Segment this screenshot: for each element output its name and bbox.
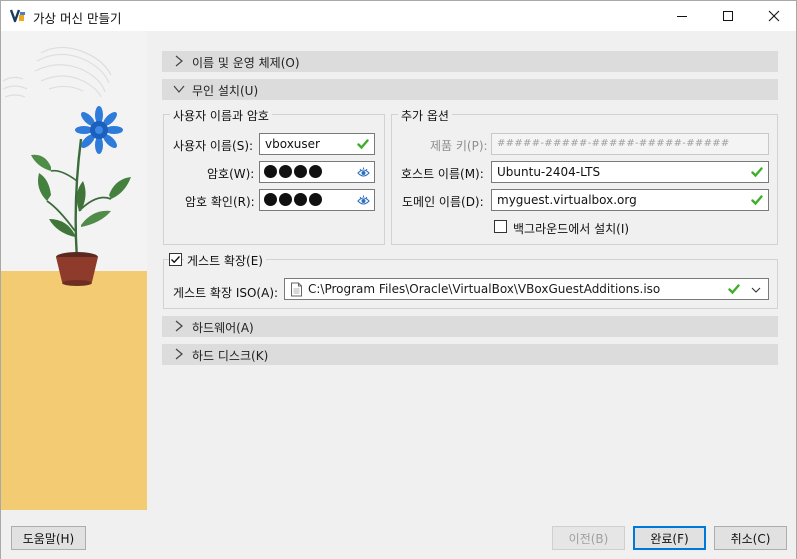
section-hardware[interactable]: 하드웨어(A) <box>162 316 778 337</box>
section-name-os[interactable]: 이름 및 운영 체제(O) <box>162 51 778 72</box>
background-install-label: 백그라운드에서 설치(I) <box>513 222 630 236</box>
product-key-field: #####-#####-#####-#####-##### <box>491 133 769 155</box>
close-button[interactable] <box>751 1 797 31</box>
show-password-icon[interactable] <box>357 166 370 179</box>
section-hard-disk[interactable]: 하드 디스크(K) <box>162 344 778 365</box>
window-title: 가상 머신 만들기 <box>33 11 122 26</box>
maximize-button[interactable] <box>705 1 751 31</box>
password-label: 암호(W): <box>207 167 255 181</box>
checkmark-icon <box>728 284 740 295</box>
close-icon <box>768 10 780 22</box>
checkmark-icon <box>357 139 369 150</box>
section-unattended-label: 무인 설치(U) <box>192 84 259 98</box>
section-unattended[interactable]: 무인 설치(U) <box>162 79 778 100</box>
checkmark-icon <box>751 195 763 206</box>
chevron-down-icon[interactable] <box>750 284 762 296</box>
guest-additions-checkbox[interactable] <box>169 253 182 266</box>
wizard-banner-image <box>1 31 147 510</box>
title-bar: 가상 머신 만들기 <box>1 1 796 31</box>
guest-additions-label: 게스트 확장(E) <box>184 252 266 269</box>
hostname-label: 호스트 이름(M): <box>401 167 484 181</box>
background-install-checkbox[interactable] <box>494 220 507 233</box>
hostname-value: Ubuntu-2404-LTS <box>497 165 601 179</box>
checkmark-icon <box>751 167 763 178</box>
create-vm-dialog: 가상 머신 만들기 이름 및 운영 체제(O) 무인 설치(U) 사용자 이름과… <box>0 0 797 559</box>
show-password-icon[interactable] <box>357 194 370 207</box>
finish-button[interactable]: 완료(F) <box>633 526 706 550</box>
minimize-icon <box>677 16 687 17</box>
virtualbox-icon <box>9 8 26 24</box>
product-key-value: #####-#####-#####-#####-##### <box>497 138 730 149</box>
domain-value: myguest.virtualbox.org <box>497 193 637 207</box>
additional-options-group-title: 추가 옵션 <box>398 107 452 124</box>
password-confirm-field[interactable] <box>259 189 375 211</box>
checkmark-icon <box>171 256 181 264</box>
password-confirm-mask <box>264 193 322 206</box>
username-label: 사용자 이름(S): <box>173 139 254 153</box>
domain-label: 도메인 이름(D): <box>402 195 484 209</box>
help-button[interactable]: 도움말(H) <box>11 526 86 550</box>
user-password-group-title: 사용자 이름과 암호 <box>170 107 272 124</box>
back-button: 이전(B) <box>552 526 625 550</box>
hostname-field[interactable]: Ubuntu-2404-LTS <box>491 161 769 183</box>
password-field[interactable] <box>259 161 375 183</box>
guest-additions-iso-select[interactable]: C:\Program Files\Oracle\VirtualBox\VBoxG… <box>284 278 769 300</box>
guest-additions-iso-value: C:\Program Files\Oracle\VirtualBox\VBoxG… <box>308 282 661 296</box>
minimize-button[interactable] <box>659 1 705 31</box>
button-bar: 도움말(H) 이전(B) 완료(F) 취소(C) <box>1 510 796 559</box>
file-icon <box>291 282 302 297</box>
chevron-down-icon <box>173 85 185 93</box>
chevron-right-icon <box>175 55 183 67</box>
maximize-icon <box>723 11 733 21</box>
chevron-right-icon <box>175 320 183 332</box>
section-name-os-label: 이름 및 운영 체제(O) <box>192 56 300 70</box>
section-hard-disk-label: 하드 디스크(K) <box>192 349 269 363</box>
flower-pot-illustration <box>1 31 147 510</box>
product-key-label: 제품 키(P): <box>430 139 488 153</box>
chevron-right-icon <box>175 348 183 360</box>
username-value: vboxuser <box>265 137 320 151</box>
section-hardware-label: 하드웨어(A) <box>192 321 254 335</box>
password-mask <box>264 165 322 178</box>
username-field[interactable]: vboxuser <box>259 133 375 155</box>
guest-additions-iso-label: 게스트 확장 ISO(A): <box>173 286 279 300</box>
domain-field[interactable]: myguest.virtualbox.org <box>491 189 769 211</box>
password-confirm-label: 암호 확인(R): <box>185 195 255 209</box>
cancel-button[interactable]: 취소(C) <box>714 526 787 550</box>
